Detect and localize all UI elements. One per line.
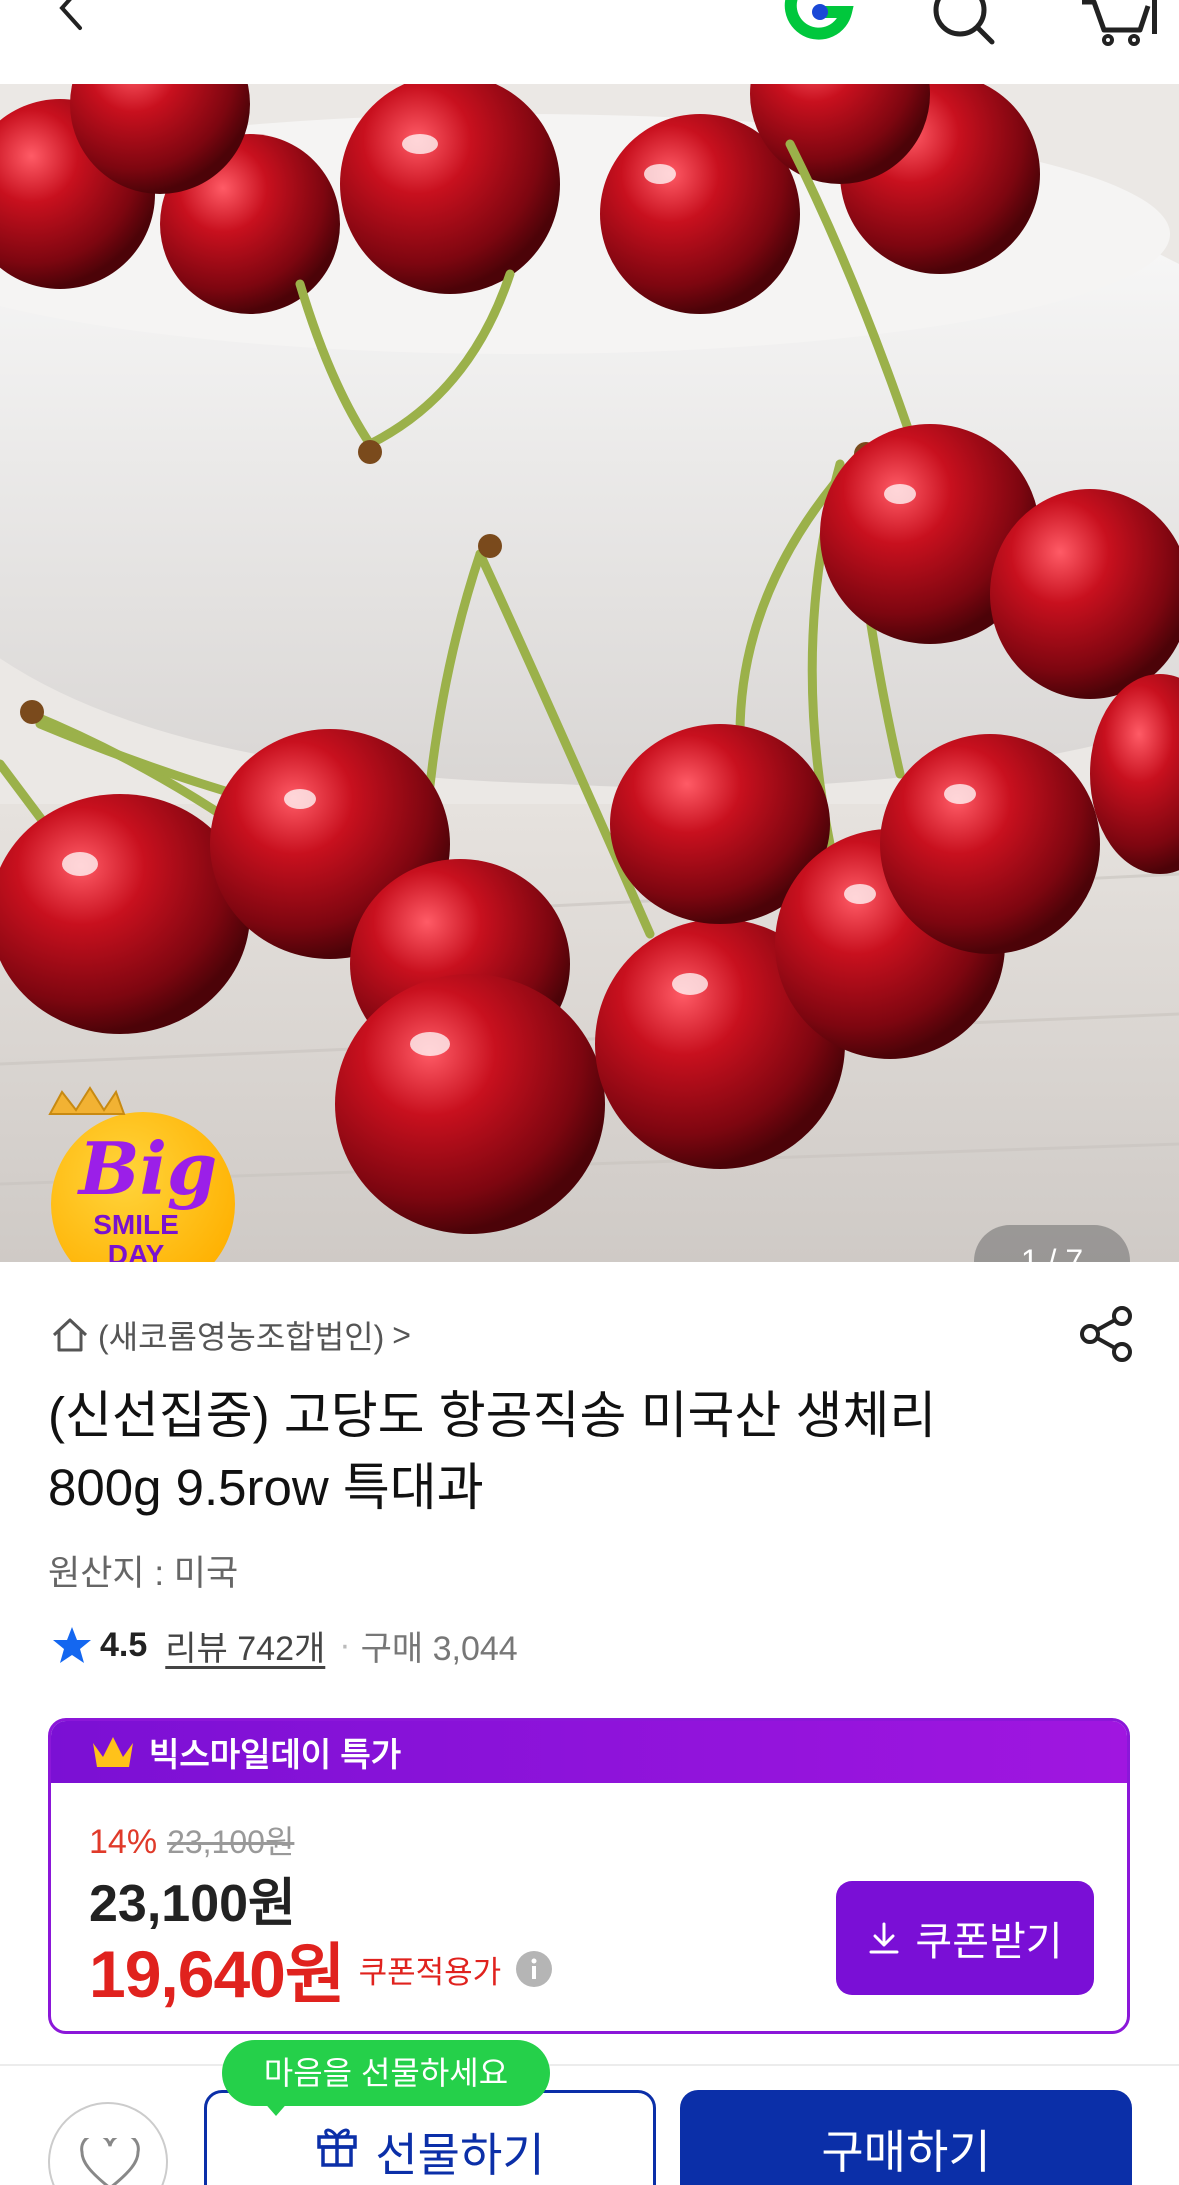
info-icon[interactable]	[515, 1950, 553, 1988]
coupon-price-label: 쿠폰적용가	[358, 1954, 502, 1990]
discount-percent: 14%	[89, 1823, 158, 1861]
seller-name: (새코롬영농조합법인)	[98, 1319, 385, 1355]
deal-title: 빅스마일데이 특가	[149, 1736, 402, 1773]
get-coupon-label: 쿠폰받기	[915, 1920, 1063, 1964]
coupon-price: 19,640원	[89, 1937, 346, 2011]
wishlist-button[interactable]	[48, 2102, 168, 2185]
original-price: 23,100원	[167, 1824, 295, 1860]
seller-link[interactable]: (새코롬영농조합법인) >	[50, 1310, 411, 1360]
product-title-line-2: 800g 9.5row 특대과	[48, 1459, 484, 1516]
product-title: (신선집중) 고당도 항공직송 미국산 생체리 800g 9.5row 특대과	[48, 1380, 1128, 1524]
share-icon[interactable]	[1076, 1304, 1136, 1364]
separator-dot: ·	[339, 1625, 351, 1664]
heart-icon	[80, 2138, 140, 2185]
gift-tooltip: 마음을 선물하세요	[222, 2040, 550, 2106]
big-smile-day-badge: Big SMILE DAY	[36, 1084, 250, 1262]
deal-header: 빅스마일데이 특가	[51, 1721, 1127, 1783]
badge-word-big: Big	[77, 1126, 218, 1211]
product-image-gallery[interactable]: Big SMILE DAY 1 / 7	[0, 84, 1179, 1262]
home-icon	[52, 1318, 88, 1352]
g-logo-icon[interactable]	[782, 0, 854, 48]
buy-label: 구매하기	[821, 2126, 991, 2178]
gift-icon	[317, 2128, 358, 2167]
buy-button[interactable]: 구매하기	[680, 2090, 1132, 2185]
gift-tooltip-tail	[262, 2100, 290, 2116]
deal-box: 빅스마일데이 특가 14% 23,100원 23,100원 19,640원 쿠폰…	[48, 1718, 1130, 2034]
get-coupon-button[interactable]: 쿠폰받기	[836, 1881, 1094, 1995]
rating-value: 4.5	[100, 1625, 148, 1664]
chevron-right-icon: >	[392, 1316, 411, 1353]
review-count-link[interactable]: 리뷰 742개	[165, 1621, 325, 1670]
badge-word-day: DAY	[108, 1239, 165, 1262]
bottom-action-bar: 선물하기 구매하기	[0, 2066, 1179, 2185]
origin-text: 원산지 : 미국	[48, 1554, 239, 1593]
download-icon	[869, 1922, 899, 1954]
gift-label: 선물하기	[375, 2129, 545, 2181]
crown-icon	[93, 1737, 133, 1767]
star-icon	[53, 1627, 91, 1663]
badge-word-smile: SMILE	[93, 1209, 179, 1240]
cart-icon[interactable]	[1078, 0, 1158, 48]
product-title-line-1: (신선집중) 고당도 항공직송 미국산 생체리	[48, 1387, 937, 1444]
rating-row: 4.5 리뷰 742개 · 구매 3,044	[52, 1620, 518, 1670]
top-bar	[0, 0, 1179, 84]
chevron-left-icon[interactable]	[48, 0, 92, 44]
discount-row: 14% 23,100원	[89, 1817, 294, 1863]
coupon-price-row: 19,640원 쿠폰적용가	[89, 1921, 553, 2017]
search-icon[interactable]	[928, 0, 998, 48]
image-pager: 1 / 7	[974, 1225, 1130, 1262]
purchase-count: 구매 3,044	[360, 1629, 518, 1668]
